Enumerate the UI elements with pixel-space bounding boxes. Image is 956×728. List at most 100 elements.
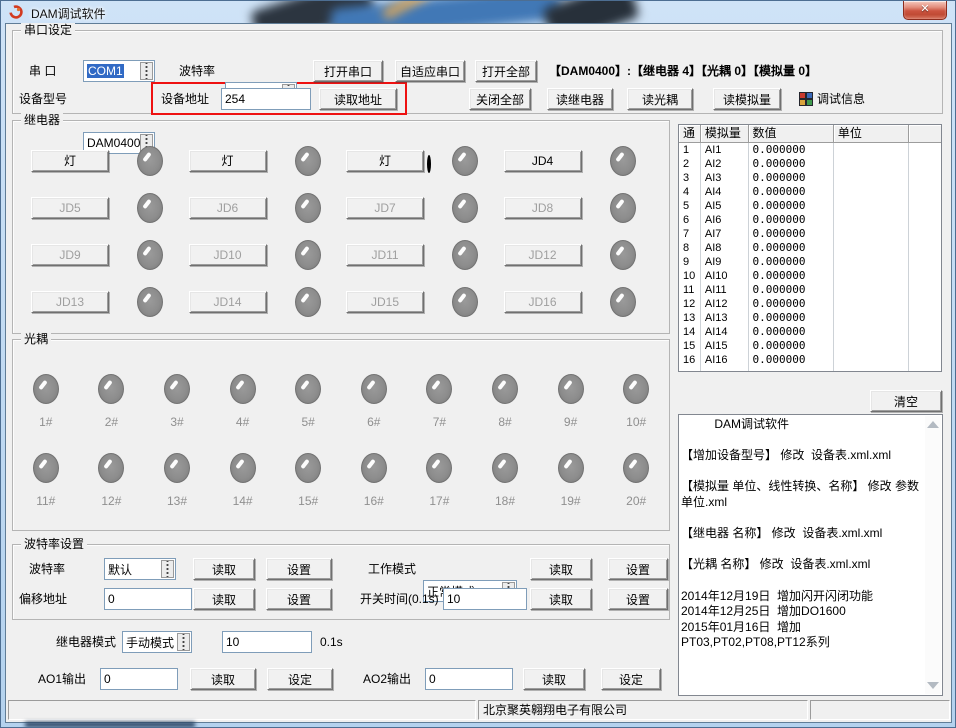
table-row[interactable]: 2 AI2 0.000000 — [679, 157, 941, 171]
relay-button[interactable]: JD12 — [504, 244, 582, 266]
opto-led-indicator — [361, 453, 387, 483]
cell-unit — [834, 339, 909, 353]
close-button[interactable]: ✕ — [903, 1, 947, 20]
relay-button[interactable]: JD16 — [504, 291, 582, 313]
clear-log-button[interactable]: 清空 — [870, 390, 942, 412]
relay-mode-time-input[interactable] — [222, 631, 312, 653]
relay-button[interactable]: JD15 — [346, 291, 424, 313]
relay-button[interactable]: 灯 — [346, 150, 424, 172]
opto-cell: 5# — [275, 374, 341, 429]
log-textarea[interactable]: DAM调试软件 【增加设备型号】 修改 设备表.xml.xml 【模拟量 单位、… — [678, 414, 943, 696]
switch-time-input[interactable] — [443, 588, 527, 610]
debug-info-toggle[interactable]: 调试信息 — [799, 88, 865, 110]
relay-button[interactable]: JD6 — [189, 197, 267, 219]
relay-button[interactable]: JD9 — [31, 244, 109, 266]
relay-button[interactable]: JD5 — [31, 197, 109, 219]
title-bar[interactable]: DAM调试软件 ✕ — [1, 1, 955, 23]
combo-dropdown-icon[interactable] — [140, 62, 153, 80]
read-analog-button[interactable]: 读模拟量 — [713, 88, 781, 110]
workmode-read-button[interactable]: 读取 — [530, 558, 592, 580]
column-header-blank[interactable] — [909, 125, 941, 143]
opto-label: 9# — [564, 415, 577, 429]
table-row[interactable]: 14 AI14 0.000000 — [679, 325, 941, 339]
switch-set-button[interactable]: 设置 — [608, 588, 668, 610]
column-header-name[interactable]: 模拟量 — [701, 125, 749, 143]
ao2-label: AO2输出 — [363, 668, 411, 690]
ao2-set-button[interactable]: 设定 — [601, 668, 661, 690]
relay-cell: 灯 — [346, 137, 504, 184]
table-row[interactable]: 4 AI4 0.000000 — [679, 185, 941, 199]
relay-led-indicator — [610, 240, 636, 270]
table-row[interactable]: 8 AI8 0.000000 — [679, 241, 941, 255]
cell-blank — [909, 353, 941, 367]
baud-read-button[interactable]: 读取 — [193, 558, 255, 580]
table-row[interactable]: 9 AI9 0.000000 — [679, 255, 941, 269]
ao1-set-button[interactable]: 设定 — [267, 668, 333, 690]
ao2-read-button[interactable]: 读取 — [523, 668, 585, 690]
table-row[interactable]: 13 AI13 0.000000 — [679, 311, 941, 325]
device-address-input[interactable] — [221, 88, 311, 110]
table-row[interactable]: 6 AI6 0.000000 — [679, 213, 941, 227]
cell-channel: 16 — [679, 353, 701, 367]
cell-unit — [834, 255, 909, 269]
scroll-up-icon[interactable] — [927, 421, 939, 428]
open-serial-button[interactable]: 打开串口 — [313, 60, 383, 82]
relay-mode-combobox[interactable]: 手动模式 — [122, 631, 192, 653]
baud-set-button[interactable]: 设置 — [266, 558, 332, 580]
relay-led-indicator — [610, 146, 636, 176]
relay-button[interactable]: JD13 — [31, 291, 109, 313]
read-opto-button[interactable]: 读光耦 — [627, 88, 693, 110]
table-row[interactable]: 11 AI11 0.000000 — [679, 283, 941, 297]
offset-set-button[interactable]: 设置 — [266, 588, 332, 610]
baud-settings-group: 波特率设置 波特率 默认 读取 设置 工作模式 正常模式 读取 设置 偏移地址 … — [12, 544, 670, 620]
cell-unit — [834, 143, 909, 157]
table-row[interactable]: 16 AI16 0.000000 — [679, 353, 941, 367]
table-row[interactable]: 3 AI3 0.000000 — [679, 171, 941, 185]
cell-channel: 9 — [679, 255, 701, 269]
ao1-input[interactable] — [100, 668, 178, 690]
com-port-combobox[interactable]: COM1 — [83, 60, 155, 82]
column-header-channel[interactable]: 通 — [679, 125, 701, 143]
table-row[interactable]: 7 AI7 0.000000 — [679, 227, 941, 241]
read-address-button[interactable]: 读取地址 — [319, 88, 397, 110]
relay-button[interactable]: JD4 — [504, 150, 582, 172]
ao1-read-button[interactable]: 读取 — [190, 668, 256, 690]
table-row[interactable]: 1 AI1 0.000000 — [679, 143, 941, 157]
relay-button[interactable]: 灯 — [189, 150, 267, 172]
offset-address-input[interactable] — [104, 588, 192, 610]
log-scrollbar[interactable] — [925, 416, 941, 694]
relay-button[interactable]: JD7 — [346, 197, 424, 219]
ao2-input[interactable] — [425, 668, 513, 690]
baud-group-label: 波特率设置 — [21, 537, 87, 551]
relay-button[interactable]: JD14 — [189, 291, 267, 313]
column-header-value[interactable]: 数值 — [749, 125, 834, 143]
workmode-set-button[interactable]: 设置 — [608, 558, 668, 580]
baud-default-combobox[interactable]: 默认 — [104, 558, 176, 580]
read-relay-button[interactable]: 读继电器 — [547, 88, 613, 110]
status-bar: 北京聚英翱翔电子有限公司 — [6, 698, 951, 722]
combo-dropdown-icon[interactable] — [177, 633, 190, 651]
offset-read-button[interactable]: 读取 — [193, 588, 255, 610]
relay-button[interactable]: JD8 — [504, 197, 582, 219]
table-row[interactable]: 12 AI12 0.000000 — [679, 297, 941, 311]
combo-dropdown-icon[interactable] — [161, 560, 174, 578]
log-text: DAM调试软件 【增加设备型号】 修改 设备表.xml.xml 【模拟量 单位、… — [681, 417, 924, 693]
table-row[interactable]: 5 AI5 0.000000 — [679, 199, 941, 213]
column-header-unit[interactable]: 单位 — [834, 125, 909, 143]
auto-adapt-serial-button[interactable]: 自适应串口 — [395, 60, 465, 82]
opto-label: 5# — [302, 415, 315, 429]
table-row[interactable]: 15 AI15 0.000000 — [679, 339, 941, 353]
opto-label: 10# — [626, 415, 646, 429]
switch-read-button[interactable]: 读取 — [530, 588, 592, 610]
relay-button[interactable]: 灯 — [31, 150, 109, 172]
opto-cell: 4# — [210, 374, 276, 429]
table-row[interactable]: 10 AI10 0.000000 — [679, 269, 941, 283]
cell-blank — [909, 213, 941, 227]
relay-button[interactable]: JD10 — [189, 244, 267, 266]
scroll-down-icon[interactable] — [927, 682, 939, 689]
relay-led-indicator — [610, 193, 636, 223]
close-all-button[interactable]: 关闭全部 — [469, 88, 531, 110]
relay-button[interactable]: JD11 — [346, 244, 424, 266]
open-all-button[interactable]: 打开全部 — [475, 60, 537, 82]
opto-led-indicator — [623, 374, 649, 404]
